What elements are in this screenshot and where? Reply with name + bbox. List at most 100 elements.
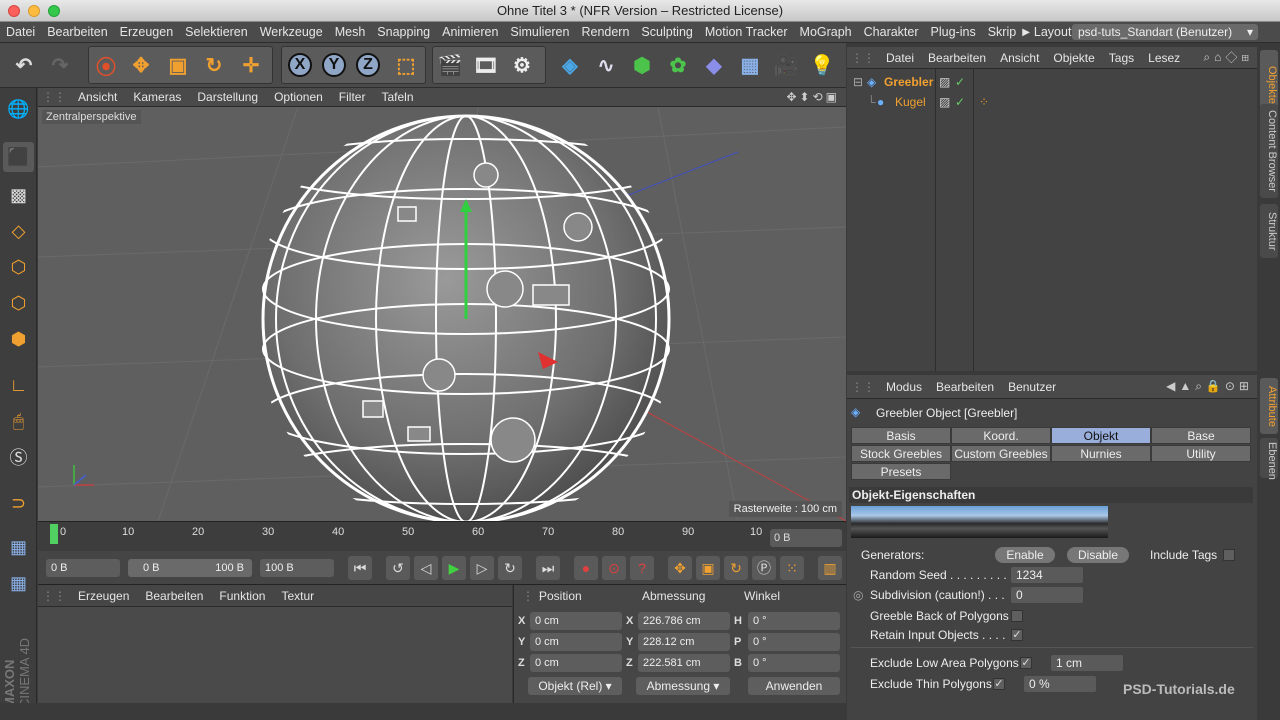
obj-menu-tags[interactable]: Tags <box>1102 51 1141 65</box>
key-scale-icon[interactable]: ▣ <box>696 556 720 580</box>
viewport-menu-ansicht[interactable]: Ansicht <box>70 90 125 104</box>
axis-mode-icon[interactable]: ∟ <box>3 370 34 400</box>
size-mode-select[interactable]: Abmessung ▾ <box>636 677 730 695</box>
menu-charakter[interactable]: Charakter <box>858 25 925 39</box>
edges-mode-icon[interactable]: ⬡ <box>3 288 34 318</box>
viewport-menu-darstellung[interactable]: Darstellung <box>189 90 266 104</box>
search-icon[interactable]: ⌕⌂◇⊞ <box>1203 50 1257 65</box>
zoom-window-button[interactable] <box>48 5 60 17</box>
next-key-icon[interactable]: ↻ <box>498 556 522 580</box>
menu-erzeugen[interactable]: Erzeugen <box>114 25 180 39</box>
current-frame-field[interactable]: 0 B <box>770 529 842 547</box>
tab-base[interactable]: Base <box>1151 427 1251 444</box>
viewport-menu-tafeln[interactable]: Tafeln <box>373 90 421 104</box>
menu-snapping[interactable]: Snapping <box>371 25 436 39</box>
tab-objekt[interactable]: Objekt <box>1051 427 1151 444</box>
obj-menu-datei[interactable]: Datei <box>879 51 921 65</box>
y-axis-lock-button[interactable]: Y <box>318 48 350 82</box>
undo-icon[interactable]: ↶ <box>8 48 40 82</box>
obj-menu-lesezeichen[interactable]: Lesez <box>1141 51 1187 65</box>
size-y-field[interactable]: 228.12 cm <box>638 633 730 651</box>
deformer-icon[interactable]: ◆ <box>698 48 730 82</box>
scale-tool-icon[interactable]: ▣ <box>162 48 194 82</box>
goto-start-icon[interactable]: ⏮ <box>348 556 372 580</box>
nurbs-icon[interactable]: ⬢ <box>626 48 658 82</box>
enable-button[interactable]: Enable <box>995 547 1055 563</box>
minimize-window-button[interactable] <box>28 5 40 17</box>
end-frame-field[interactable]: 100 B <box>260 559 334 577</box>
model-mode-icon[interactable]: ⬛ <box>3 142 34 172</box>
cube-object-icon[interactable]: ◈ <box>554 48 586 82</box>
move-tool-icon[interactable]: ✥ <box>125 48 157 82</box>
rotation-b-field[interactable]: 0 ° <box>748 654 840 672</box>
material-menu-funktion[interactable]: Funktion <box>211 589 273 603</box>
key-pla-icon[interactable]: ⁙ <box>780 556 804 580</box>
rotation-h-field[interactable]: 0 ° <box>748 612 840 630</box>
menu-mesh[interactable]: Mesh <box>329 25 372 39</box>
camera-label[interactable]: Zentralperspektive <box>42 110 141 124</box>
workplane-grid-icon[interactable]: ▦ <box>3 568 34 598</box>
close-window-button[interactable] <box>8 5 20 17</box>
obj-menu-bearbeiten[interactable]: Bearbeiten <box>921 51 993 65</box>
polygons-mode-icon[interactable]: ⬢ <box>3 324 34 354</box>
viewport-menu-filter[interactable]: Filter <box>331 90 374 104</box>
workplane-icon[interactable]: ◇ <box>3 216 34 246</box>
recent-tool-icon[interactable]: ✛ <box>235 48 267 82</box>
viewport-navigation-icons[interactable]: ✥⬍⟲▣ <box>786 90 846 104</box>
next-frame-icon[interactable]: ▷ <box>470 556 494 580</box>
viewport-menu-optionen[interactable]: Optionen <box>266 90 331 104</box>
z-axis-lock-button[interactable]: Z <box>352 48 384 82</box>
key-parameter-icon[interactable]: Ⓟ <box>752 556 776 580</box>
greeble-back-checkbox[interactable] <box>1011 610 1023 622</box>
disable-button[interactable]: Disable <box>1067 547 1129 563</box>
apply-button[interactable]: Anwenden <box>748 677 840 695</box>
autokey-icon[interactable]: ⊙ <box>602 556 626 580</box>
menu-rendern[interactable]: Rendern <box>575 25 635 39</box>
subdivision-field[interactable]: 0 <box>1011 587 1083 603</box>
menu-animieren[interactable]: Animieren <box>436 25 504 39</box>
menu-plugins[interactable]: Plug-ins <box>925 25 982 39</box>
menu-werkzeuge[interactable]: Werkzeuge <box>254 25 329 39</box>
att-menu-modus[interactable]: Modus <box>879 380 929 394</box>
tab-custom-greebles[interactable]: Custom Greebles <box>951 445 1051 462</box>
tweak-mode-icon[interactable]: 🖱 <box>3 406 34 436</box>
key-rotation-icon[interactable]: ↻ <box>724 556 748 580</box>
prev-key-icon[interactable]: ↺ <box>386 556 410 580</box>
menu-datei[interactable]: Datei <box>0 25 41 39</box>
menu-selektieren[interactable]: Selektieren <box>179 25 254 39</box>
3d-viewport[interactable]: Zentralperspektive Rasterweite : 100 cm <box>38 107 846 521</box>
attribute-nav-icons[interactable]: ◀▲⌕🔒⊙⊞ <box>1166 379 1257 394</box>
menu-skript[interactable]: Skrip <box>982 25 1022 39</box>
menu-mograph[interactable]: MoGraph <box>794 25 858 39</box>
position-x-field[interactable]: 0 cm <box>530 612 622 630</box>
tab-koord[interactable]: Koord. <box>951 427 1051 444</box>
random-seed-field[interactable]: 1234 <box>1011 567 1083 583</box>
material-menu-textur[interactable]: Textur <box>273 589 322 603</box>
coordinate-system-icon[interactable]: ⬚ <box>390 48 422 82</box>
menu-overflow-icon[interactable]: ▶ <box>1022 27 1034 38</box>
low-area-threshold-field[interactable]: 1 cm <box>1051 655 1123 671</box>
render-view-icon[interactable]: 🎬 <box>434 48 466 82</box>
timeline-window-icon[interactable]: ▥ <box>818 556 842 580</box>
material-menu-erzeugen[interactable]: Erzeugen <box>70 589 137 603</box>
record-keys-icon[interactable]: ● <box>574 556 598 580</box>
include-tags-checkbox[interactable] <box>1223 549 1235 561</box>
make-editable-icon[interactable]: 🌐 <box>3 94 34 124</box>
rotate-tool-icon[interactable]: ↻ <box>198 48 230 82</box>
render-picture-viewer-icon[interactable]: 🎞 <box>470 48 502 82</box>
array-icon[interactable]: ✿ <box>662 48 694 82</box>
visibility-icon[interactable]: ▨ <box>939 72 950 92</box>
position-y-field[interactable]: 0 cm <box>530 633 622 651</box>
keyframe-selection-icon[interactable]: ? <box>630 556 654 580</box>
obj-menu-ansicht[interactable]: Ansicht <box>993 51 1046 65</box>
object-row-greebler[interactable]: ⊟ ◈ Greebler ▨ ✓ <box>847 72 1257 92</box>
light-icon[interactable]: 💡 <box>806 48 838 82</box>
tab-content-browser[interactable]: Content Browser <box>1260 104 1278 198</box>
x-axis-lock-button[interactable]: X <box>284 48 316 82</box>
points-mode-icon[interactable]: ⬡ <box>3 252 34 282</box>
enabled-check-icon[interactable]: ✓ <box>955 92 965 112</box>
thin-threshold-field[interactable]: 0 % <box>1024 676 1096 692</box>
tab-utility[interactable]: Utility <box>1151 445 1251 462</box>
tab-attribute[interactable]: Attribute <box>1260 378 1278 434</box>
att-menu-bearbeiten[interactable]: Bearbeiten <box>929 380 1001 394</box>
